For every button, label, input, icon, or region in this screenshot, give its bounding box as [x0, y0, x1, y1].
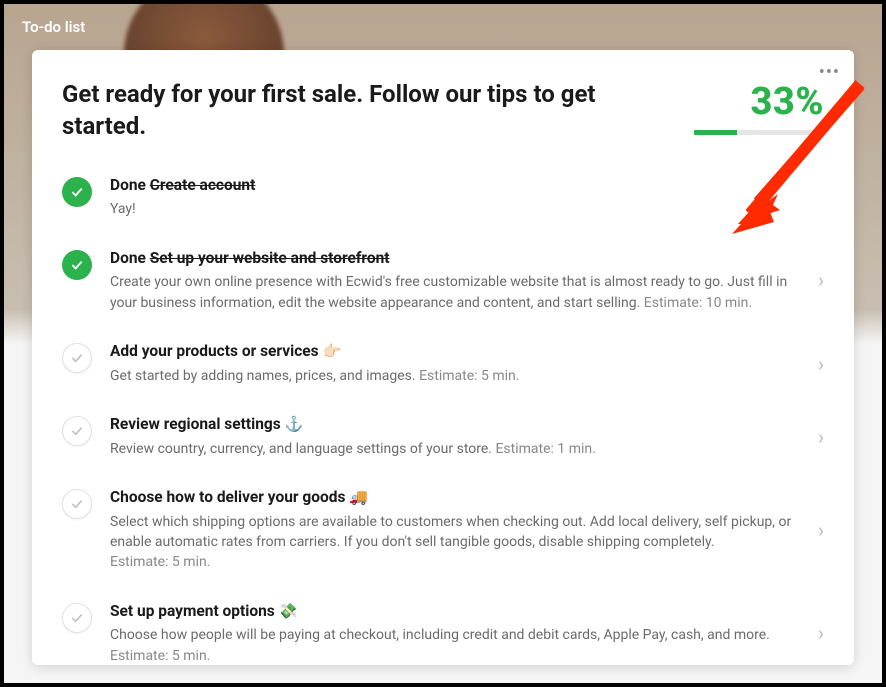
item-description: Get started by adding names, prices, and…	[110, 366, 796, 386]
item-body: Review regional settings ⚓ Review countr…	[110, 414, 824, 459]
item-estimate: Estimate: 1 min.	[495, 441, 595, 457]
item-estimate: Estimate: 5 min.	[419, 368, 519, 384]
todo-item-payment[interactable]: Set up payment options 💸 Choose how peop…	[62, 587, 824, 665]
todo-item-add-products[interactable]: Add your products or services 👉🏻 Get sta…	[62, 327, 824, 400]
item-title-strike: Create account	[150, 176, 256, 194]
item-title: Done Set up your website and storefront	[110, 248, 796, 270]
item-title: Add your products or services 👉🏻	[110, 341, 796, 363]
check-pending-icon	[62, 416, 92, 446]
check-done-icon	[62, 250, 92, 280]
chevron-right-icon: ›	[818, 621, 824, 645]
card-title: Get ready for your first sale. Follow ou…	[62, 78, 674, 143]
item-estimate: Estimate: 5 min.	[110, 648, 210, 664]
chevron-right-icon: ›	[818, 268, 824, 292]
card-header: Get ready for your first sale. Follow ou…	[62, 78, 824, 143]
progress-block: 33%	[694, 78, 824, 135]
money-wings-icon: 💸	[279, 602, 298, 620]
item-description: Select which shipping options are availa…	[110, 512, 796, 573]
check-pending-icon	[62, 489, 92, 519]
item-body: Done Create account Yay!	[110, 175, 824, 220]
page-title: To-do list	[22, 18, 85, 36]
todo-card: ••• Get ready for your first sale. Follo…	[32, 50, 854, 665]
check-done-icon	[62, 177, 92, 207]
item-description: Review country, currency, and language s…	[110, 439, 796, 459]
item-title: Choose how to deliver your goods 🚚	[110, 487, 796, 509]
progress-percent: 33%	[694, 80, 824, 124]
background: To-do list ••• Get ready for your first …	[4, 4, 882, 683]
check-pending-icon	[62, 343, 92, 373]
progress-bar	[694, 130, 824, 135]
todo-item-regional-settings[interactable]: Review regional settings ⚓ Review countr…	[62, 400, 824, 473]
item-title: Review regional settings ⚓	[110, 414, 796, 436]
item-body: Choose how to deliver your goods 🚚 Selec…	[110, 487, 824, 573]
progress-fill	[694, 130, 737, 135]
item-title: Set up payment options 💸	[110, 601, 796, 623]
item-description: Yay!	[110, 199, 796, 219]
item-body: Done Set up your website and storefront …	[110, 248, 824, 313]
item-description: Create your own online presence with Ecw…	[110, 272, 796, 313]
more-menu-icon[interactable]: •••	[819, 62, 840, 83]
hand-point-icon: 👉🏻	[322, 342, 341, 360]
done-prefix: Done	[110, 249, 150, 267]
item-estimate: Estimate: 5 min.	[110, 554, 210, 570]
todo-item-setup-website[interactable]: Done Set up your website and storefront …	[62, 234, 824, 327]
todo-item-create-account[interactable]: Done Create account Yay!	[62, 161, 824, 234]
chevron-right-icon: ›	[818, 518, 824, 542]
item-body: Set up payment options 💸 Choose how peop…	[110, 601, 824, 665]
truck-icon: 🚚	[349, 488, 368, 506]
item-title: Done Create account	[110, 175, 796, 197]
chevron-right-icon: ›	[818, 352, 824, 376]
anchor-icon: ⚓	[285, 415, 304, 433]
item-body: Add your products or services 👉🏻 Get sta…	[110, 341, 824, 386]
item-title-strike: Set up your website and storefront	[150, 249, 390, 267]
todo-item-delivery[interactable]: Choose how to deliver your goods 🚚 Selec…	[62, 473, 824, 587]
chevron-right-icon: ›	[818, 425, 824, 449]
done-prefix: Done	[110, 176, 150, 194]
check-pending-icon	[62, 603, 92, 633]
item-estimate: Estimate: 10 min.	[644, 295, 752, 311]
item-description: Choose how people will be paying at chec…	[110, 625, 796, 665]
